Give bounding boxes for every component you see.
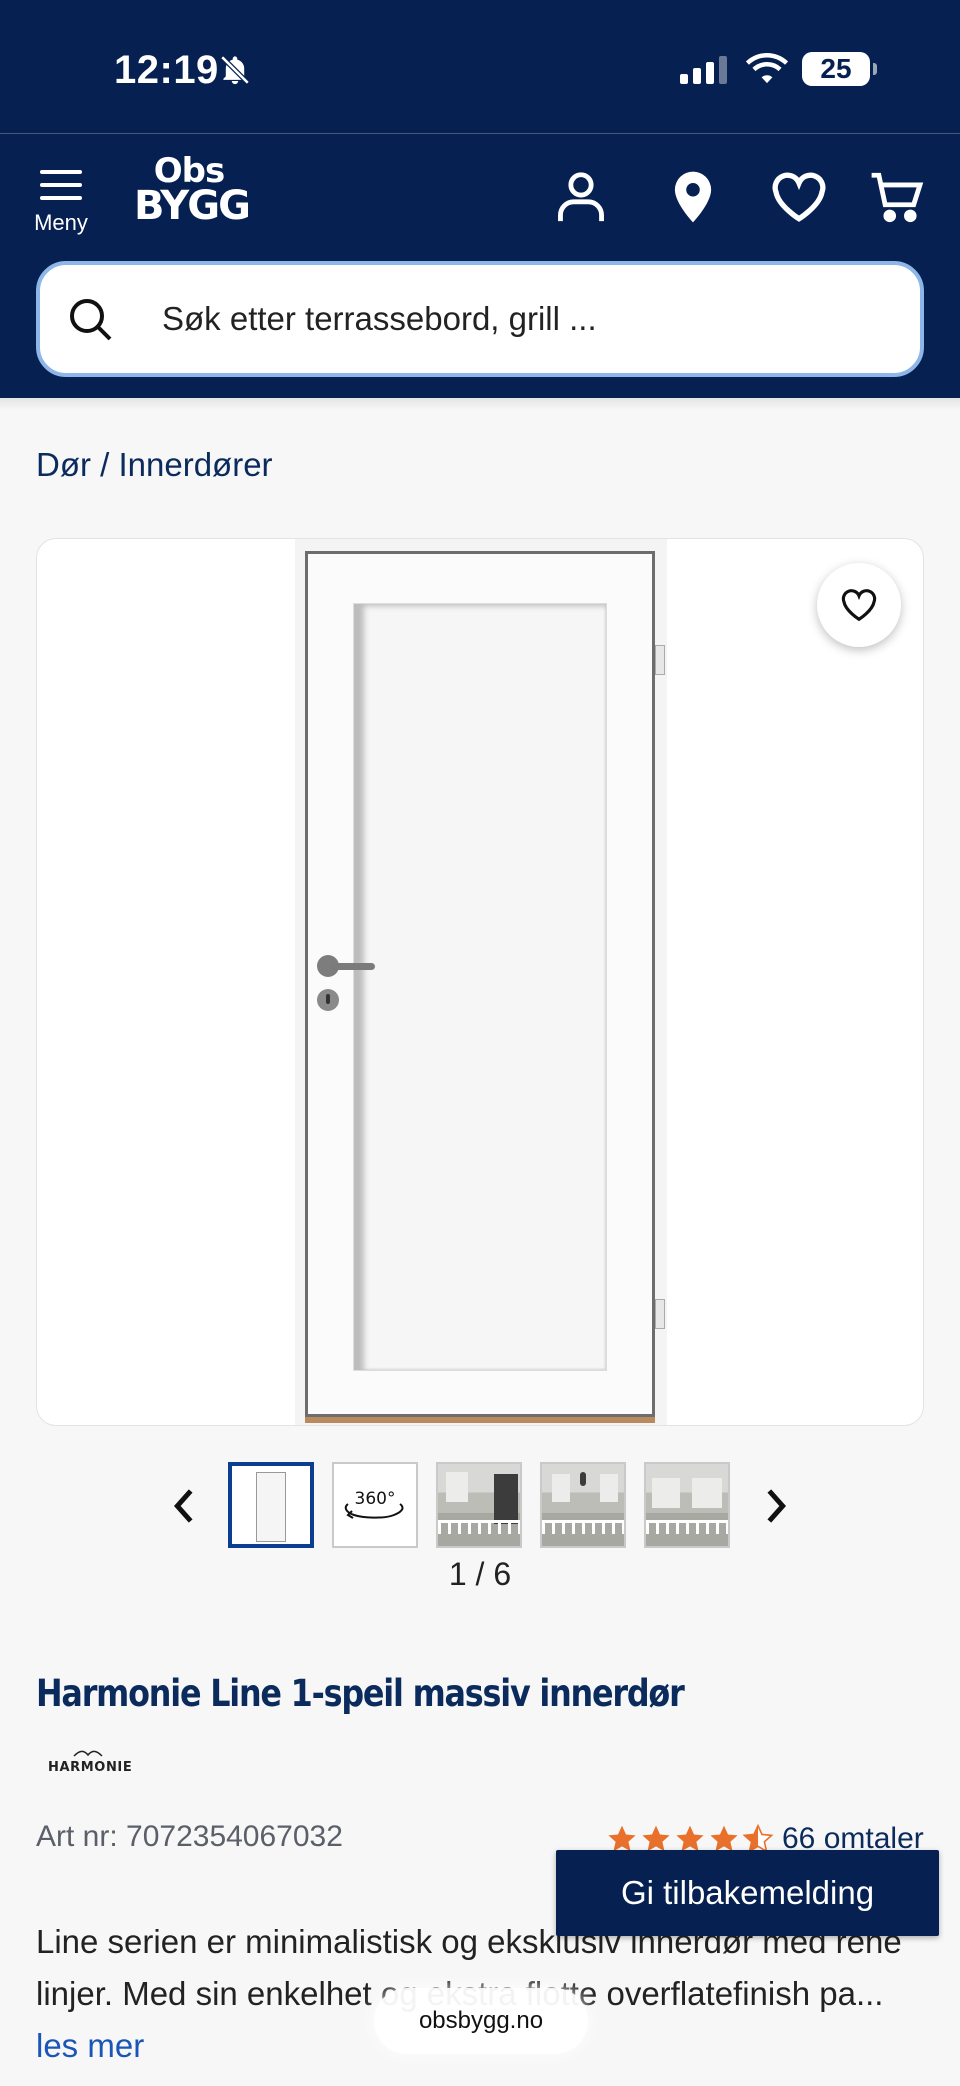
read-more-link[interactable]: les mer bbox=[36, 2027, 144, 2064]
cart-icon bbox=[871, 172, 924, 223]
brand-swoosh-icon bbox=[73, 1750, 103, 1757]
thumbnail-room[interactable] bbox=[436, 1462, 522, 1548]
chevron-right-icon bbox=[767, 1489, 787, 1523]
account-button[interactable] bbox=[552, 168, 610, 226]
header-shadow bbox=[0, 398, 960, 410]
status-bar: 12:19 25 bbox=[0, 0, 960, 134]
brand-name: HARMONIE bbox=[48, 1760, 133, 1775]
breadcrumb[interactable]: Dør / Innerdører bbox=[36, 446, 273, 484]
thumbnail-room[interactable] bbox=[644, 1462, 730, 1548]
header: 12:19 25 Meny Obs BYGG Søk etter terrass… bbox=[0, 0, 960, 398]
door-handle bbox=[329, 963, 375, 970]
navbar: Meny Obs BYGG bbox=[0, 150, 960, 250]
door-panel bbox=[353, 603, 607, 1371]
location-pin-icon bbox=[674, 171, 712, 223]
room-image bbox=[438, 1464, 520, 1546]
room-image bbox=[542, 1464, 624, 1546]
article-number: Art nr: 7072354067032 bbox=[36, 1820, 343, 1853]
next-image-button[interactable] bbox=[748, 1478, 804, 1534]
image-counter: 1 / 6 bbox=[448, 1556, 512, 1592]
menu-button[interactable]: Meny bbox=[30, 166, 92, 236]
search-icon bbox=[70, 299, 112, 341]
hamburger-icon bbox=[40, 170, 82, 200]
360-view-icon: 360° bbox=[344, 1489, 404, 1519]
product-title: Harmonie Line 1-speil massiv innerdør bbox=[36, 1672, 685, 1715]
user-icon bbox=[558, 172, 604, 222]
previous-image-button[interactable] bbox=[156, 1478, 212, 1534]
url-pill[interactable]: obsbygg.no bbox=[374, 1988, 588, 2054]
add-to-wishlist-button[interactable] bbox=[817, 563, 901, 647]
door-hinge bbox=[655, 645, 665, 675]
signal-icon bbox=[680, 54, 727, 84]
wifi-icon bbox=[745, 53, 789, 84]
search-placeholder: Søk etter terrassebord, grill ... bbox=[162, 300, 597, 337]
cart-button[interactable] bbox=[868, 168, 926, 226]
door-hinge bbox=[655, 1299, 665, 1329]
room-image bbox=[646, 1464, 728, 1546]
status-time: 12:19 bbox=[114, 48, 219, 92]
thumbnail-room[interactable] bbox=[540, 1462, 626, 1548]
obs-bygg-logo[interactable]: Obs BYGG bbox=[134, 154, 251, 229]
battery-icon: 25 bbox=[802, 52, 877, 86]
360-label: 360° bbox=[355, 1489, 396, 1509]
door-thumbnail-image bbox=[256, 1472, 286, 1542]
door-lock bbox=[317, 989, 339, 1011]
logo-line2: BYGG bbox=[134, 183, 251, 229]
thumbnail-strip: 360° bbox=[0, 1462, 960, 1552]
product-image-gallery[interactable] bbox=[36, 538, 924, 1426]
brand-logo[interactable]: HARMONIE bbox=[48, 1750, 132, 1775]
feedback-button[interactable]: Gi tilbakemelding bbox=[556, 1850, 939, 1936]
thumbnail-door[interactable] bbox=[228, 1462, 314, 1548]
heart-icon bbox=[841, 589, 877, 622]
heart-icon bbox=[772, 172, 826, 222]
door-threshold bbox=[305, 1417, 655, 1423]
wishlist-button[interactable] bbox=[770, 168, 828, 226]
chevron-left-icon bbox=[173, 1489, 193, 1523]
menu-label: Meny bbox=[34, 210, 88, 235]
bell-slash-icon bbox=[220, 55, 250, 85]
thumbnail-360[interactable]: 360° bbox=[332, 1462, 418, 1548]
search-input[interactable]: Søk etter terrassebord, grill ... bbox=[36, 261, 924, 377]
store-locator-button[interactable] bbox=[664, 168, 722, 226]
